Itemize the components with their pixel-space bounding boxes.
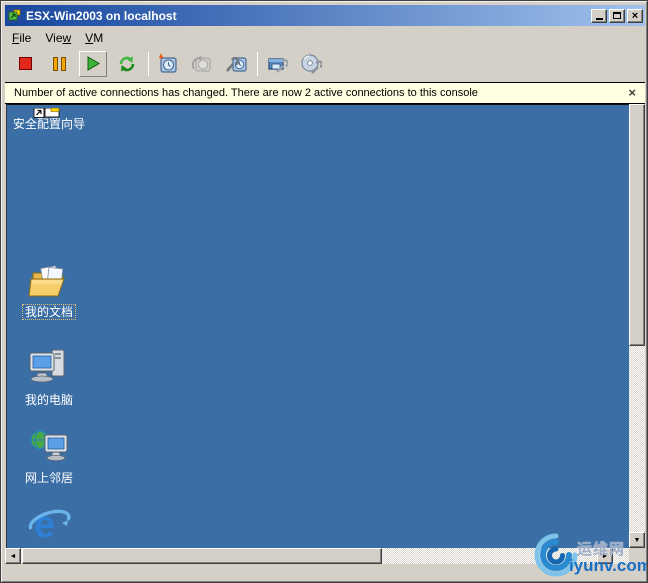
power-off-button[interactable] (11, 51, 39, 77)
cd-devices-icon (301, 53, 322, 74)
take-snapshot-button[interactable] (154, 51, 182, 77)
menu-file[interactable]: File (5, 30, 38, 46)
power-on-button[interactable] (79, 50, 107, 77)
minimize-button[interactable] (591, 8, 607, 23)
desktop-icon-label: 我的电脑 (24, 393, 73, 407)
scroll-down-button[interactable]: ▼ (629, 532, 645, 548)
arrow-left-icon: ◄ (9, 552, 17, 560)
network-places-icon (30, 430, 68, 461)
my-documents-icon (28, 265, 65, 297)
vertical-scrollbar[interactable]: ▼ (629, 104, 645, 548)
my-computer-icon (29, 349, 65, 383)
revert-snapshot-icon (191, 55, 211, 72)
pause-icon (52, 56, 66, 71)
vertical-scrollbar-thumb[interactable] (629, 104, 645, 346)
desktop-icon-my-computer[interactable]: 我的电脑 (9, 347, 89, 409)
reset-icon (119, 56, 135, 71)
horizontal-scrollbar-thumb[interactable] (22, 548, 382, 564)
desktop-icon-my-documents[interactable]: 我的文档 (9, 261, 89, 321)
reset-button[interactable] (113, 51, 141, 77)
app-icon (7, 8, 22, 23)
suspend-button[interactable] (45, 51, 73, 77)
close-button[interactable]: × (627, 8, 643, 23)
edit-settings-button[interactable] (263, 51, 291, 77)
menu-view[interactable]: View (38, 30, 78, 46)
desktop-icon-label: 安全配置向导 (13, 117, 86, 131)
menu-vm[interactable]: VM (78, 30, 110, 46)
horizontal-scrollbar[interactable]: ◄ ► (5, 548, 629, 564)
scroll-right-button[interactable]: ► (597, 548, 613, 564)
svg-text:e: e (34, 504, 55, 546)
internet-explorer-icon: e (28, 504, 71, 546)
desktop-icon-label: 网上邻居 (24, 471, 73, 485)
snapshot-manager-icon (226, 56, 247, 72)
titlebar[interactable]: ESX-Win2003 on localhost × (5, 5, 645, 26)
guest-desktop[interactable]: 安全配置向导 我的文档 我的电脑 网上邻居 e (6, 104, 629, 548)
maximize-icon (613, 12, 621, 19)
toolbar (5, 47, 645, 80)
shortcut-icon (33, 105, 65, 118)
play-icon (87, 56, 100, 71)
menubar: File View VM (5, 28, 645, 47)
desktop-icon-security-config-wizard[interactable]: 安全配置向导 (9, 105, 89, 133)
arrow-down-icon: ▼ (633, 536, 641, 544)
stop-icon (18, 57, 32, 70)
scroll-left-button[interactable]: ◄ (5, 548, 21, 564)
window-title: ESX-Win2003 on localhost (26, 8, 177, 23)
minimize-icon (595, 18, 603, 20)
take-snapshot-icon (159, 52, 177, 73)
maximize-button[interactable] (609, 8, 625, 23)
toolbar-separator (148, 51, 149, 76)
close-icon: × (631, 9, 639, 22)
notification-text: Number of active connections has changed… (14, 87, 478, 99)
snapshot-manager-button[interactable] (222, 51, 250, 77)
edit-settings-icon (268, 57, 288, 73)
cd-dvd-devices-button[interactable] (297, 51, 325, 77)
desktop-icon-label: 我的文档 (21, 304, 77, 320)
desktop-icon-network-places[interactable]: 网上邻居 (9, 425, 89, 487)
arrow-right-icon: ► (601, 552, 609, 560)
revert-snapshot-button[interactable] (188, 51, 216, 77)
vm-console-window: ESX-Win2003 on localhost × File View VM (0, 0, 648, 583)
scrollbar-corner (629, 548, 645, 564)
notification-bar: Number of active connections has changed… (5, 82, 645, 104)
notification-close-button[interactable]: × (628, 86, 636, 99)
desktop-icon-internet-explorer[interactable]: e Internet Explorer (9, 503, 89, 548)
toolbar-separator (257, 51, 258, 76)
